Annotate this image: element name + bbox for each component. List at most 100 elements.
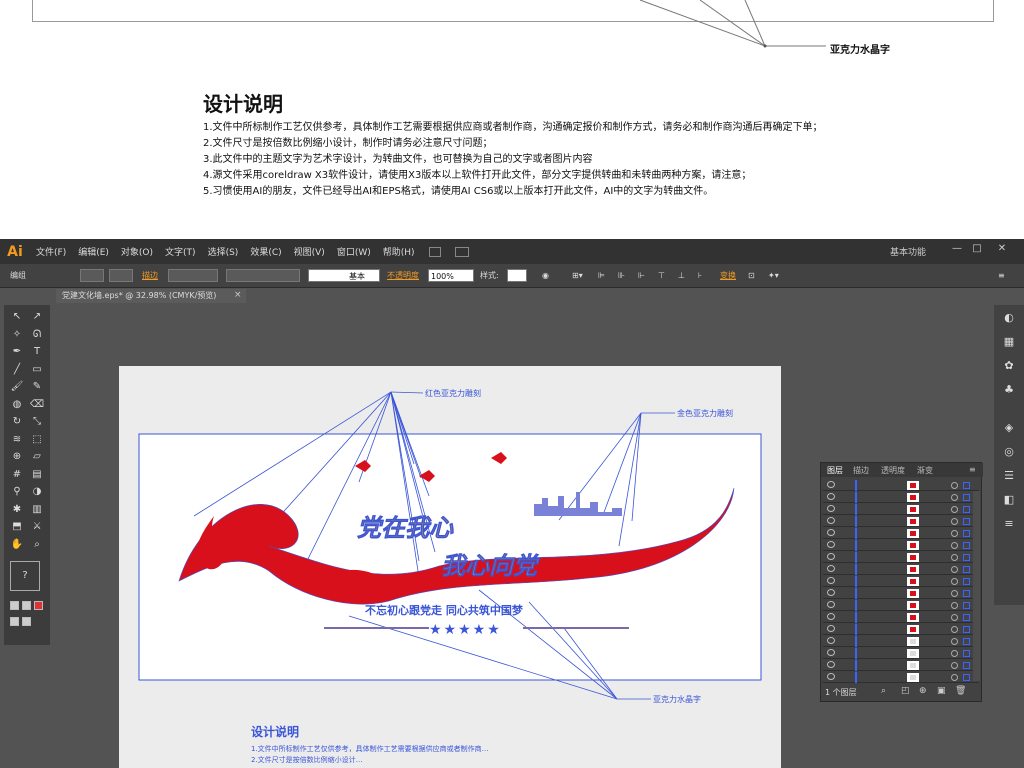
menu-type[interactable]: 文字(T) bbox=[159, 245, 202, 258]
menu-help[interactable]: 帮助(H) bbox=[377, 245, 421, 258]
none-fill-icon[interactable] bbox=[10, 601, 19, 610]
selection-indicator[interactable] bbox=[963, 554, 970, 561]
selection-icon[interactable]: ↖ bbox=[8, 309, 26, 325]
panel-menu-icon[interactable]: ≡ bbox=[998, 269, 1005, 282]
selection-indicator[interactable] bbox=[963, 578, 970, 585]
maximize-button[interactable]: □ bbox=[970, 243, 984, 257]
target-circle-icon[interactable] bbox=[951, 542, 958, 549]
selection-indicator[interactable] bbox=[963, 494, 970, 501]
visibility-eye-icon[interactable] bbox=[827, 601, 835, 608]
target-circle-icon[interactable] bbox=[951, 638, 958, 645]
selection-indicator[interactable] bbox=[963, 638, 970, 645]
layer-row[interactable] bbox=[823, 672, 979, 683]
layer-row[interactable] bbox=[823, 504, 979, 515]
selection-indicator[interactable] bbox=[963, 530, 970, 537]
visibility-eye-icon[interactable] bbox=[827, 625, 835, 632]
isolate-icon[interactable]: ⊡ bbox=[748, 269, 755, 282]
target-circle-icon[interactable] bbox=[951, 518, 958, 525]
delete-layer-icon[interactable]: 🗑 bbox=[955, 686, 966, 696]
bridge-icon[interactable] bbox=[428, 246, 441, 257]
align-to-icon[interactable]: ⊞▾ bbox=[572, 269, 583, 282]
variable-width-profile[interactable] bbox=[226, 269, 300, 282]
visibility-eye-icon[interactable] bbox=[827, 565, 835, 572]
target-circle-icon[interactable] bbox=[951, 554, 958, 561]
target-circle-icon[interactable] bbox=[951, 674, 958, 681]
close-button[interactable]: ✕ bbox=[995, 243, 1009, 257]
gradient-mode-icon[interactable] bbox=[34, 601, 43, 610]
selection-indicator[interactable] bbox=[963, 662, 970, 669]
align-bottom-icon[interactable]: ⊦ bbox=[698, 269, 702, 282]
selection-indicator[interactable] bbox=[963, 614, 970, 621]
scale-icon[interactable]: ⤡ bbox=[28, 414, 46, 430]
menu-select[interactable]: 选择(S) bbox=[202, 245, 245, 258]
lasso-icon[interactable]: ᘏ bbox=[28, 327, 46, 343]
layer-row[interactable] bbox=[823, 636, 979, 647]
graph-icon[interactable]: ▥ bbox=[28, 502, 46, 518]
layer-row[interactable] bbox=[823, 480, 979, 491]
layer-row[interactable] bbox=[823, 588, 979, 599]
visibility-eye-icon[interactable] bbox=[827, 505, 835, 512]
slice-icon[interactable]: ⚔ bbox=[28, 519, 46, 535]
draw-normal-icon[interactable] bbox=[10, 617, 19, 626]
menu-object[interactable]: 对象(O) bbox=[115, 245, 159, 258]
selection-indicator[interactable] bbox=[963, 542, 970, 549]
gradient-icon[interactable]: ▤ bbox=[28, 467, 46, 483]
menu-file[interactable]: 文件(F) bbox=[30, 245, 72, 258]
align-top-icon[interactable]: ⊤ bbox=[658, 269, 665, 282]
layer-row[interactable] bbox=[823, 552, 979, 563]
selection-indicator[interactable] bbox=[963, 482, 970, 489]
target-circle-icon[interactable] bbox=[951, 626, 958, 633]
selection-indicator[interactable] bbox=[963, 566, 970, 573]
selection-indicator[interactable] bbox=[963, 626, 970, 633]
free-transform-icon[interactable]: ⬚ bbox=[28, 432, 46, 448]
locate-object-icon[interactable]: ⌕ bbox=[881, 686, 886, 696]
appearance-icon[interactable]: ◎ bbox=[1000, 445, 1018, 463]
align-middle-icon[interactable]: ⊥ bbox=[678, 269, 685, 282]
pencil-icon[interactable]: ✎ bbox=[28, 379, 46, 395]
stroke-link[interactable]: 描边 bbox=[142, 269, 158, 282]
stroke-icon[interactable]: ≡ bbox=[1000, 517, 1018, 535]
rotate-icon[interactable]: ↻ bbox=[8, 414, 26, 430]
target-circle-icon[interactable] bbox=[951, 650, 958, 657]
align-center-icon[interactable]: ⊪ bbox=[618, 269, 625, 282]
align-icon[interactable]: ☰ bbox=[1000, 469, 1018, 487]
visibility-eye-icon[interactable] bbox=[827, 637, 835, 644]
slogan[interactable]: 不忘初心跟党走 同心共筑中国梦 bbox=[365, 603, 524, 617]
brushes-icon[interactable]: ✿ bbox=[1000, 359, 1018, 377]
direct-selection-icon[interactable]: ↗ bbox=[28, 309, 46, 325]
selection-indicator[interactable] bbox=[963, 650, 970, 657]
opacity-link[interactable]: 不透明度 bbox=[387, 269, 419, 282]
perspective-icon[interactable]: ▱ bbox=[28, 449, 46, 465]
hand-icon[interactable]: ✋ bbox=[8, 537, 26, 553]
stroke-swatch[interactable] bbox=[109, 269, 133, 282]
selection-indicator[interactable] bbox=[963, 506, 970, 513]
visibility-eye-icon[interactable] bbox=[827, 589, 835, 596]
layer-row[interactable] bbox=[823, 516, 979, 527]
minimize-button[interactable]: — bbox=[950, 243, 964, 257]
pen-icon[interactable]: ✒ bbox=[8, 344, 26, 360]
menu-edit[interactable]: 编辑(E) bbox=[72, 245, 115, 258]
target-circle-icon[interactable] bbox=[951, 602, 958, 609]
artboard-note[interactable]: 1.文件中所标制作工艺仅供参考，具体制作工艺需要根据供应商或者制作商… bbox=[251, 744, 489, 753]
shape-builder-icon[interactable]: ⊕ bbox=[8, 449, 26, 465]
type-icon[interactable]: T bbox=[28, 344, 46, 360]
artboard-note[interactable]: 2.文件尺寸是按倍数比例缩小设计… bbox=[251, 755, 363, 764]
transparency-icon[interactable]: ◧ bbox=[1000, 493, 1018, 511]
blob-brush-icon[interactable]: ◍ bbox=[8, 397, 26, 413]
layer-row[interactable] bbox=[823, 576, 979, 587]
layer-row[interactable] bbox=[823, 564, 979, 575]
brush-definition[interactable]: 基本 bbox=[308, 269, 380, 282]
layer-row[interactable] bbox=[823, 600, 979, 611]
mesh-icon[interactable]: # bbox=[8, 467, 26, 483]
visibility-eye-icon[interactable] bbox=[827, 529, 835, 536]
document-tab[interactable]: 党建文化墙.eps* @ 32.98% (CMYK/预览) bbox=[56, 289, 246, 303]
align-left-icon[interactable]: ⊫ bbox=[598, 269, 605, 282]
visibility-eye-icon[interactable] bbox=[827, 661, 835, 668]
target-circle-icon[interactable] bbox=[951, 566, 958, 573]
screen-mode-icon[interactable] bbox=[22, 617, 31, 626]
menu-effect[interactable]: 效果(C) bbox=[244, 245, 287, 258]
color-icon[interactable]: ◐ bbox=[1000, 311, 1018, 329]
fill-stroke-widget[interactable]: ? bbox=[10, 561, 40, 591]
layers-scrollbar[interactable] bbox=[973, 491, 980, 681]
graphic-style-picker[interactable] bbox=[507, 269, 527, 282]
